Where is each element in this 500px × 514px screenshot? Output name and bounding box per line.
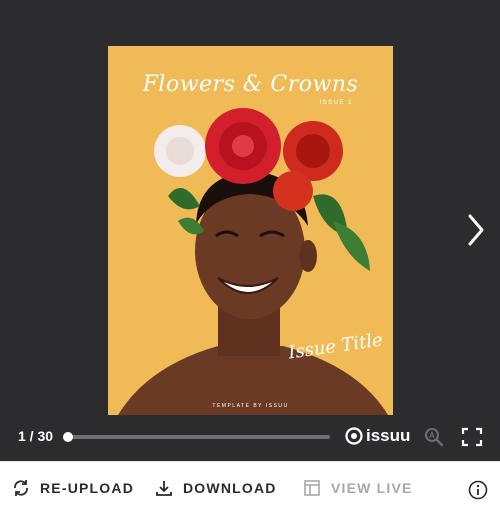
magazine-cover-page[interactable]: Flowers & Crowns ISSUE 1 Issue Title TEM…	[108, 46, 393, 415]
document-viewer: Flowers & Crowns ISSUE 1 Issue Title TEM…	[0, 0, 500, 461]
chevron-right-icon	[468, 214, 484, 246]
view-live-button[interactable]: VIEW LIVE	[303, 479, 413, 497]
cover-template-credit: TEMPLATE BY ISSUU	[212, 403, 289, 409]
cover-title: Flowers & Crowns	[142, 72, 359, 97]
reupload-label: RE-UPLOAD	[40, 480, 135, 496]
zoom-button[interactable]: A	[424, 427, 444, 452]
download-label: DOWNLOAD	[183, 480, 277, 496]
issuu-brand-text: issuu	[366, 426, 411, 445]
refresh-icon	[14, 480, 28, 496]
download-button[interactable]: DOWNLOAD	[155, 479, 277, 497]
scrubber-handle[interactable]	[63, 432, 73, 442]
layout-icon	[304, 480, 320, 496]
info-icon	[468, 480, 488, 500]
action-bar: RE-UPLOAD DOWNLOAD VIEW LIVE	[0, 461, 500, 514]
info-button[interactable]	[468, 480, 488, 505]
viewer-controls: 1 / 30 issuu A	[0, 420, 500, 454]
zoom-icon: A	[425, 428, 444, 447]
page-scrubber[interactable]	[63, 432, 330, 442]
issuu-logo-icon	[345, 427, 363, 445]
page-counter: 1 / 30	[18, 428, 54, 444]
svg-text:A: A	[429, 431, 435, 440]
download-icon	[156, 481, 172, 496]
cover-issue-number: ISSUE 1	[319, 100, 353, 106]
fullscreen-button[interactable]	[461, 427, 483, 452]
next-page-button[interactable]	[458, 206, 492, 254]
view-live-label: VIEW LIVE	[331, 480, 413, 496]
fullscreen-icon	[461, 427, 483, 447]
reupload-button[interactable]: RE-UPLOAD	[12, 479, 134, 497]
issuu-logo[interactable]: issuu	[345, 425, 410, 447]
